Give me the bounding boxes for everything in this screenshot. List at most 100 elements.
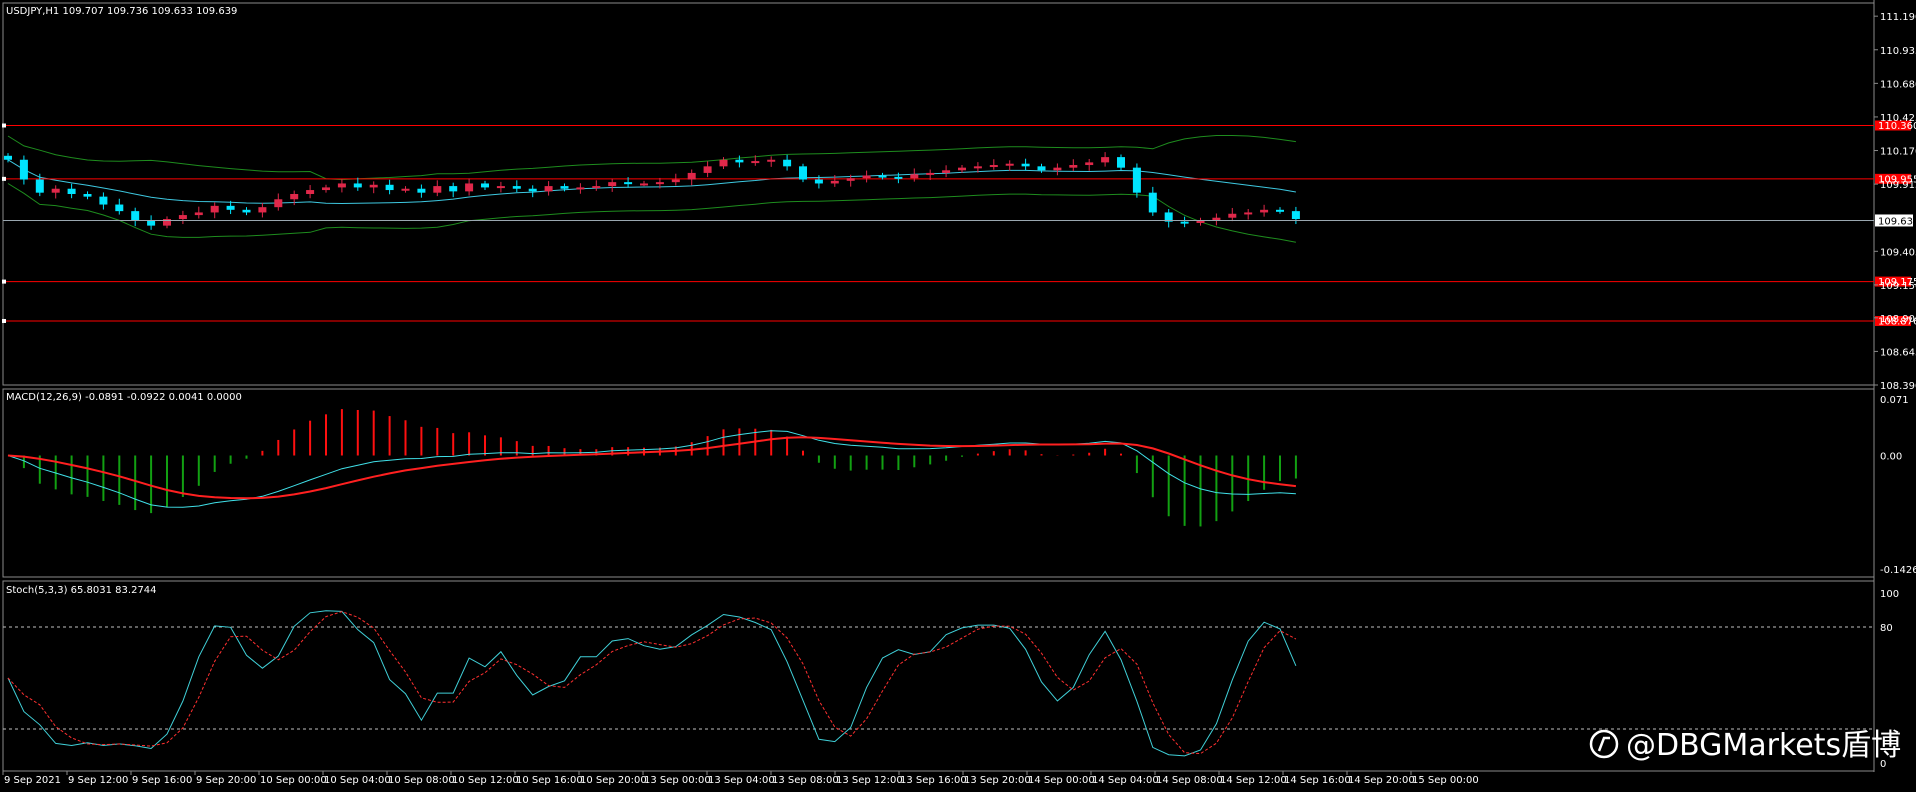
candle-body — [337, 183, 346, 188]
macd-panel[interactable] — [2, 388, 1875, 578]
candle-body — [274, 199, 283, 208]
trading-chart[interactable]: 110.360109.955109.175108.876109.639111.1… — [0, 0, 1916, 792]
candle-body — [1291, 211, 1300, 220]
candle-body — [353, 183, 362, 188]
candle-body — [512, 186, 521, 189]
price-tick-label: 108.645 — [1880, 347, 1916, 358]
candle-body — [560, 186, 569, 189]
price-panel[interactable] — [2, 2, 1875, 386]
candle-body — [655, 182, 664, 185]
candle-body — [1021, 163, 1030, 167]
candle-body — [608, 182, 617, 187]
stoch-tick-label: 100 — [1880, 589, 1899, 600]
time-axis-label: 13 Sep 00:00 — [644, 775, 711, 786]
current-price-label: 109.639 — [1878, 216, 1916, 227]
candle-body — [528, 188, 537, 192]
price-tick-label: 108.900 — [1880, 314, 1916, 325]
candle-body — [1117, 157, 1125, 168]
candle-body — [417, 188, 426, 193]
candle-body — [624, 182, 633, 185]
time-axis-label: 14 Sep 16:00 — [1284, 775, 1351, 786]
candle-body — [878, 175, 887, 178]
time-axis-label: 9 Sep 12:00 — [68, 775, 128, 786]
candle-body — [894, 176, 903, 179]
price-tick-label: 109.405 — [1880, 247, 1916, 258]
candle-body — [147, 220, 156, 226]
time-axis-label: 10 Sep 00:00 — [260, 775, 327, 786]
candle-body — [544, 186, 553, 192]
candle-body — [751, 161, 760, 164]
candle-body — [322, 187, 330, 191]
candle-body — [1005, 163, 1014, 166]
candle-body — [290, 194, 299, 200]
symbol-header: USDJPY,H1 109.707 109.736 109.633 109.63… — [6, 6, 237, 17]
time-axis-label: 13 Sep 16:00 — [900, 775, 967, 786]
candle-body — [671, 179, 680, 183]
candle-body — [942, 170, 951, 173]
time-axis-label: 13 Sep 04:00 — [708, 775, 775, 786]
candle-body — [115, 204, 124, 212]
candle-body — [99, 196, 108, 205]
time-axis-label: 10 Sep 04:00 — [324, 775, 391, 786]
candle-body — [258, 207, 267, 213]
candle-body — [1085, 162, 1094, 166]
candle-body — [814, 179, 823, 184]
candle-body — [846, 178, 855, 181]
candle-body — [735, 159, 744, 163]
time-axis-label: 15 Sep 00:00 — [1412, 775, 1479, 786]
price-tick-label: 109.915 — [1880, 180, 1916, 191]
macd-header: MACD(12,26,9) -0.0891 -0.0922 0.0041 0.0… — [6, 392, 242, 403]
candle-body — [592, 186, 601, 189]
price-tick-label: 110.935 — [1880, 46, 1916, 57]
candle-body — [1212, 217, 1221, 221]
candle-body — [465, 183, 474, 192]
candle-body — [640, 183, 648, 186]
stoch-header: Stoch(5,3,3) 65.8031 83.2744 — [6, 585, 157, 596]
candle-body — [719, 159, 728, 167]
candle-body — [1037, 166, 1046, 171]
candle-body — [131, 211, 140, 221]
candle-body — [576, 187, 585, 190]
candle-body — [1276, 209, 1284, 212]
candle-body — [1101, 157, 1110, 163]
candle-body — [1260, 209, 1269, 213]
candle-body — [385, 184, 394, 191]
candle-body — [989, 165, 998, 168]
stoch-tick-label: 80 — [1880, 623, 1893, 634]
candle-body — [862, 175, 871, 179]
time-axis-label: 9 Sep 16:00 — [132, 775, 192, 786]
candle-body — [481, 183, 489, 188]
time-axis-label: 13 Sep 08:00 — [772, 775, 839, 786]
time-axis-label: 9 Sep 2021 — [4, 775, 61, 786]
macd-tick-label: 0.00 — [1880, 452, 1902, 463]
candle-body — [369, 184, 378, 188]
level-marker — [2, 176, 6, 181]
time-axis-label: 14 Sep 20:00 — [1348, 775, 1415, 786]
candle-body — [4, 155, 12, 160]
time-axis-label: 14 Sep 04:00 — [1092, 775, 1159, 786]
candle-body — [433, 186, 442, 193]
watermark-text: @DBGMarkets盾博 — [1626, 728, 1901, 763]
price-tick-label: 108.390 — [1880, 381, 1916, 392]
candle-body — [83, 194, 92, 197]
level-marker — [2, 279, 6, 284]
stoch-panel[interactable] — [2, 580, 1875, 772]
candle-body — [1148, 192, 1157, 213]
candle-body — [687, 172, 696, 180]
candle-body — [799, 166, 807, 180]
price-tick-label: 110.170 — [1880, 147, 1916, 158]
candle-body — [210, 205, 219, 213]
level-marker — [2, 123, 6, 128]
candle-body — [449, 186, 458, 192]
candle-body — [242, 209, 251, 213]
time-axis-label: 13 Sep 12:00 — [836, 775, 903, 786]
candle-body — [1132, 167, 1141, 193]
price-tick-label: 111.190 — [1880, 12, 1916, 23]
time-axis-label: 10 Sep 08:00 — [388, 775, 455, 786]
macd-tick-label: 0.071 — [1880, 395, 1909, 406]
candle-body — [910, 174, 919, 179]
candle-body — [194, 212, 203, 216]
time-axis-label: 10 Sep 12:00 — [452, 775, 519, 786]
candle-body — [830, 180, 839, 184]
candle-body — [703, 166, 712, 173]
